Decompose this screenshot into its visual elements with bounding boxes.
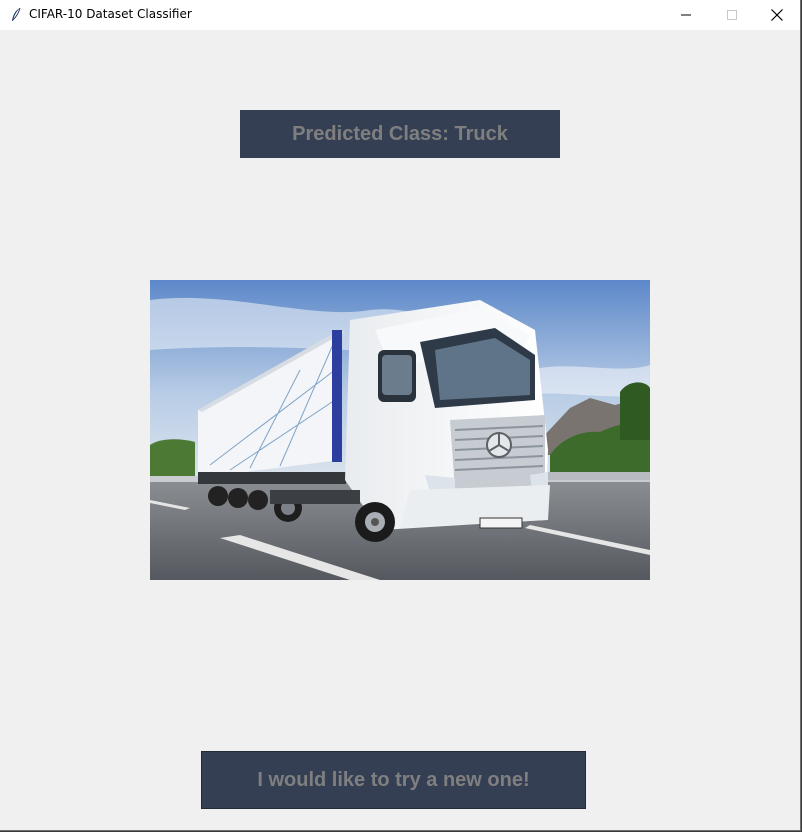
minimize-icon: [681, 14, 691, 16]
window-title: CIFAR-10 Dataset Classifier: [29, 7, 192, 21]
truck-image: [150, 280, 650, 580]
close-button[interactable]: [754, 0, 800, 30]
app-window: CIFAR-10 Dataset Classifier Predicted Cl…: [0, 0, 801, 831]
close-icon: [771, 9, 783, 21]
title-bar[interactable]: CIFAR-10 Dataset Classifier: [0, 0, 800, 30]
predicted-class-label: Predicted Class: Truck: [240, 110, 560, 158]
minimize-button[interactable]: [663, 0, 709, 30]
maximize-icon: [727, 10, 737, 20]
try-new-image-button[interactable]: I would like to try a new one!: [201, 751, 586, 809]
maximize-button[interactable]: [709, 0, 755, 30]
feather-icon: [12, 7, 21, 21]
